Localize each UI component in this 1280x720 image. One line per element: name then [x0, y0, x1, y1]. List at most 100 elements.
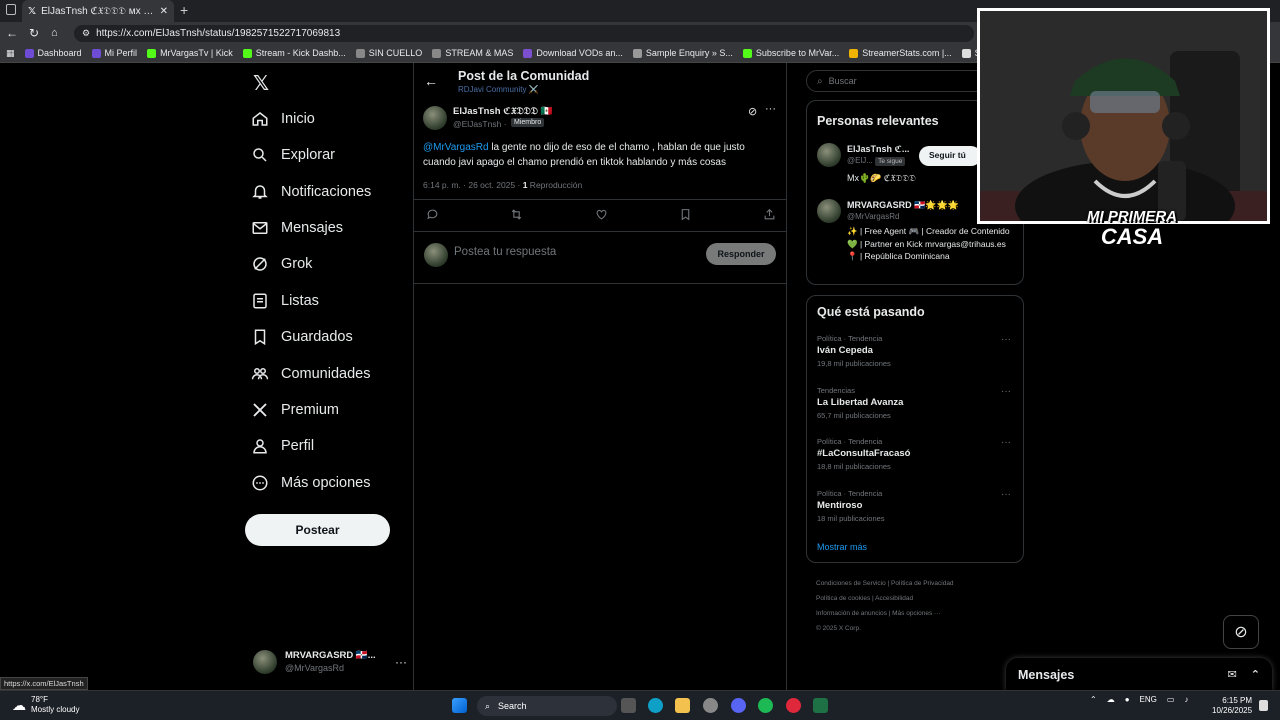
nav-item-explorar[interactable]: Explorar: [251, 143, 335, 167]
trend-more-icon[interactable]: ···: [1001, 386, 1011, 397]
obs-icon[interactable]: [786, 698, 801, 713]
new-message-icon[interactable]: ✉: [1228, 668, 1237, 681]
bookmark-item[interactable]: Subscribe to MrVar...: [742, 48, 839, 58]
bookmark-item[interactable]: StreamerStats.com |...: [849, 48, 952, 58]
task-view-icon[interactable]: [621, 698, 636, 713]
post-more-icon[interactable]: ···: [765, 103, 776, 115]
trend-title[interactable]: La Libertad Avanza: [817, 397, 903, 408]
author-name[interactable]: ElJasTnsh ℭ𝔛𝔇𝔇𝔇 🇲🇽: [453, 106, 552, 117]
person1-bio: Mx🌵🌮 ℭ𝔛𝔇𝔇𝔇: [847, 173, 916, 183]
back-arrow-icon[interactable]: ←: [424, 73, 438, 89]
author-avatar[interactable]: [423, 106, 447, 130]
x-logo-icon[interactable]: 𝕏: [253, 71, 269, 96]
weather-widget[interactable]: ☁ 78°F Mostly cloudy: [12, 695, 79, 715]
streamer-video: [980, 11, 1267, 221]
reload-icon[interactable]: ↻: [29, 26, 39, 40]
bookmark-favicon-icon: [355, 48, 365, 58]
edge-icon[interactable]: [648, 698, 663, 713]
nav-item-grok[interactable]: Grok: [251, 252, 312, 276]
footer-link[interactable]: Política de Privacidad: [891, 580, 954, 587]
nav-item-mensajes[interactable]: Mensajes: [251, 216, 343, 240]
chrome-icon[interactable]: [703, 698, 718, 713]
home-browser-icon[interactable]: ⌂: [51, 26, 58, 40]
bookmark-item[interactable]: Sample Enquiry » S...: [632, 48, 733, 58]
author-handle[interactable]: @ElJasTnsh: [453, 119, 501, 129]
person2-avatar[interactable]: [817, 199, 841, 223]
bookmark-item[interactable]: STREAM & MAS: [432, 48, 513, 58]
address-bar[interactable]: ⚙ https://x.com/ElJasTnsh/status/1982571…: [74, 25, 974, 42]
share-icon[interactable]: [763, 208, 776, 221]
show-more-link[interactable]: Mostrar más: [817, 542, 867, 552]
account-switcher[interactable]: MRVARGASRD 🇩🇴... @MrVargasRd ···: [253, 647, 413, 677]
network-icon[interactable]: ▭: [1167, 695, 1175, 704]
reply-input[interactable]: Postea tu respuesta: [454, 246, 556, 258]
spotify-icon[interactable]: [758, 698, 773, 713]
windows-start-icon[interactable]: [452, 698, 467, 713]
close-tab-icon[interactable]: ✕: [160, 6, 168, 17]
relevant-people-title: Personas relevantes: [817, 114, 939, 128]
trend-title[interactable]: Mentiroso: [817, 500, 862, 511]
nav-item-comunidades[interactable]: Comunidades: [251, 362, 370, 386]
nav-item-label: Inicio: [281, 111, 315, 127]
post-button[interactable]: Postear: [245, 514, 390, 546]
nav-item-m-s-opciones[interactable]: Más opciones: [251, 471, 370, 495]
onedrive-icon[interactable]: ☁: [1107, 695, 1115, 704]
reply-button[interactable]: Responder: [706, 243, 776, 265]
community-link[interactable]: RDJavi Community ⚔️: [458, 85, 539, 94]
trend-more-icon[interactable]: ···: [1001, 437, 1011, 448]
more-icon[interactable]: ···: [395, 655, 407, 669]
site-info-icon[interactable]: ⚙: [82, 28, 90, 39]
nav-item-inicio[interactable]: Inicio: [251, 107, 315, 131]
trend-title[interactable]: #LaConsultaFracasó: [817, 448, 910, 459]
grok-explain-icon[interactable]: ⊘: [748, 105, 757, 118]
person1-info[interactable]: ElJasTnsh ℭ... @ElJ... Te sigue: [847, 143, 909, 168]
notifications-icon[interactable]: [1259, 700, 1268, 711]
repost-icon[interactable]: [510, 208, 523, 221]
footer-link[interactable]: Accesibilidad: [875, 595, 913, 602]
bookmark-item[interactable]: Dashboard: [24, 48, 82, 58]
language-indicator[interactable]: ENG: [1140, 695, 1157, 704]
footer-link[interactable]: Política de cookies: [816, 595, 870, 602]
chevron-up-icon[interactable]: ⌃: [1090, 695, 1097, 704]
footer-link[interactable]: Condiciones de Servicio: [816, 580, 886, 587]
new-tab-icon[interactable]: +: [180, 2, 188, 18]
trend-count: 19,8 mil publicaciones: [817, 359, 891, 368]
trend-title[interactable]: Iván Cepeda: [817, 345, 873, 356]
chevron-up-icon[interactable]: ⌃: [1251, 668, 1260, 681]
discord-icon[interactable]: [731, 698, 746, 713]
microphone-icon[interactable]: ●: [1125, 695, 1130, 704]
follow-button[interactable]: Seguir tú: [919, 146, 981, 166]
nav-item-premium[interactable]: Premium: [251, 398, 339, 422]
taskbar-clock[interactable]: 6:15 PM 10/26/2025: [1212, 696, 1252, 716]
back-icon[interactable]: ←: [6, 26, 18, 40]
person1-avatar[interactable]: [817, 143, 841, 167]
taskbar-search[interactable]: ⌕ Search: [477, 696, 617, 716]
bookmark-icon[interactable]: [679, 208, 692, 221]
nav-item-notificaciones[interactable]: Notificaciones: [251, 180, 371, 204]
trend-more-icon[interactable]: ···: [1001, 489, 1011, 500]
trend-category: Política · Tendencia: [817, 488, 883, 498]
browser-tab[interactable]: 𝕏 ElJasTnsh ℭ𝔛𝔇𝔇𝔇 мx en X: "@M ✕: [22, 0, 174, 22]
footer-link[interactable]: Información de anuncios: [816, 610, 887, 617]
tab-actions-icon[interactable]: [6, 4, 16, 15]
excel-icon[interactable]: [813, 698, 828, 713]
bookmark-item[interactable]: Mi Perfil: [91, 48, 137, 58]
bookmark-item[interactable]: MrVargasTv | Kick: [147, 48, 233, 58]
reply-icon[interactable]: [426, 208, 439, 221]
nav-item-listas[interactable]: Listas: [251, 289, 319, 313]
mention-link[interactable]: @MrVargasRd: [423, 142, 489, 153]
apps-grid-icon[interactable]: ▦: [6, 48, 15, 59]
bookmark-item[interactable]: SIN CUELLO: [355, 48, 422, 58]
post-time[interactable]: 6:14 p. m. · 26 oct. 2025 ·: [423, 180, 523, 190]
file-explorer-icon[interactable]: [675, 698, 690, 713]
nav-item-guardados[interactable]: Guardados: [251, 325, 353, 349]
bookmark-item[interactable]: Download VODs an...: [523, 48, 623, 58]
nav-item-perfil[interactable]: Perfil: [251, 434, 314, 458]
grok-floating-button[interactable]: ⊘: [1223, 615, 1259, 649]
volume-icon[interactable]: ♪: [1184, 695, 1188, 704]
bookmark-item[interactable]: Stream - Kick Dashb...: [242, 48, 346, 58]
trend-more-icon[interactable]: ···: [1001, 334, 1011, 345]
like-icon[interactable]: [595, 208, 608, 221]
messages-drawer[interactable]: Mensajes ✉ ⌃: [1006, 658, 1272, 691]
footer-link[interactable]: Más opciones ···: [892, 610, 940, 617]
